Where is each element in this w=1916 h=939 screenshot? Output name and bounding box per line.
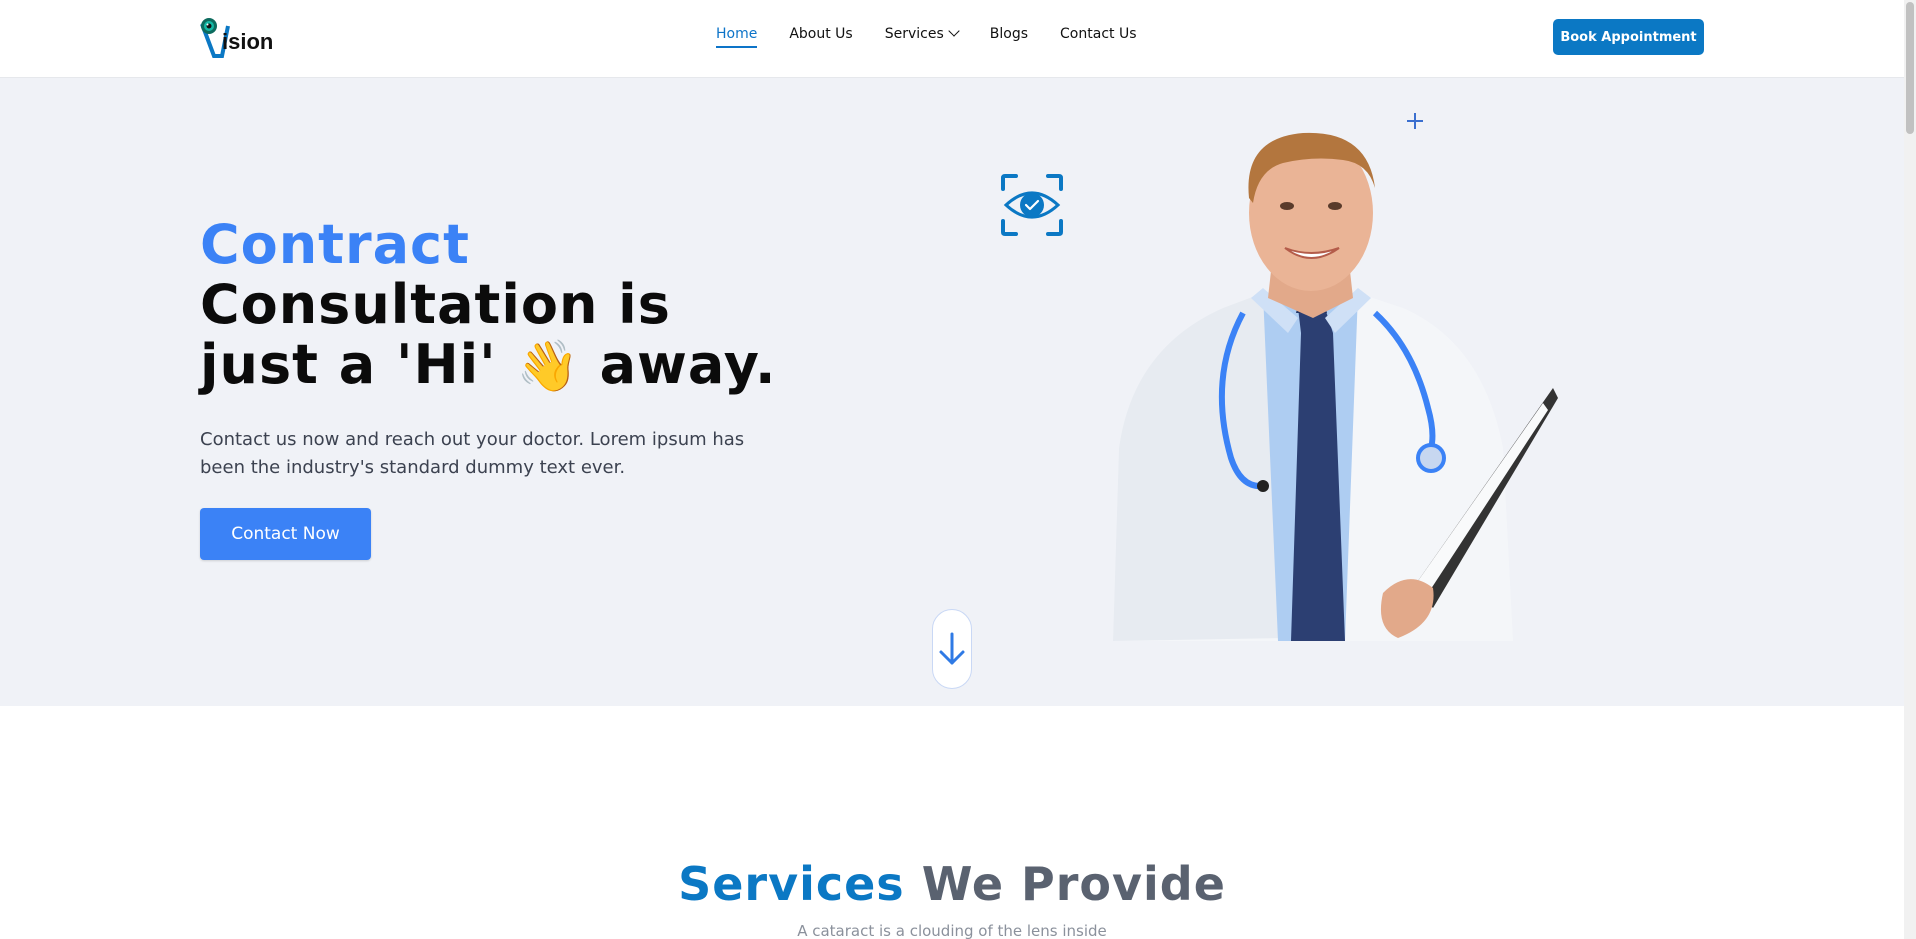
main-nav: Home About Us Services Blogs Contact Us	[716, 25, 1169, 48]
services-title-accent: Services	[678, 857, 905, 911]
chevron-down-icon	[948, 25, 960, 37]
site-logo[interactable]: ision	[200, 16, 282, 58]
hero-description: Contact us now and reach out your doctor…	[200, 429, 745, 478]
book-appointment-button[interactable]: Book Appointment	[1553, 19, 1704, 55]
nav-about-us[interactable]: About Us	[789, 26, 852, 48]
arrow-down-icon	[939, 632, 965, 665]
scroll-down-button[interactable]	[932, 609, 972, 689]
scrollbar-thumb[interactable]	[1906, 2, 1914, 134]
hero-title-line3-pre: just a 'Hi'	[200, 333, 497, 396]
hero-section: Contract Consultation is just a 'Hi' 👋 a…	[0, 78, 1904, 706]
nav-services-label: Services	[884, 26, 944, 42]
eye-check-icon	[1001, 174, 1063, 236]
hero-title-line2: Consultation is	[200, 273, 671, 336]
hero-title-line3-post: away.	[599, 333, 777, 396]
nav-services[interactable]: Services	[884, 25, 960, 48]
hero-title-line3: just a 'Hi' 👋 away.	[200, 335, 776, 396]
site-header: ision Home About Us Services Blogs Conta…	[0, 0, 1904, 78]
nav-home[interactable]: Home	[716, 26, 758, 48]
doctor-image	[1113, 132, 1558, 641]
logo-text: ision	[222, 29, 274, 54]
nav-blogs[interactable]: Blogs	[990, 26, 1028, 48]
hero-title: Contract Consultation is just a 'Hi' 👋 a…	[200, 215, 776, 396]
hero-title-accent: Contract	[200, 213, 470, 276]
contact-now-button[interactable]: Contact Now	[200, 508, 371, 560]
page-scrollbar[interactable]	[1904, 0, 1916, 939]
services-subtitle: A cataract is a clouding of the lens ins…	[797, 922, 1107, 939]
nav-contact-us[interactable]: Contact Us	[1060, 26, 1136, 48]
waving-hand-icon: 👋	[516, 337, 580, 395]
services-title: Services We Provide	[0, 857, 1904, 911]
services-title-rest: We Provide	[921, 857, 1226, 911]
